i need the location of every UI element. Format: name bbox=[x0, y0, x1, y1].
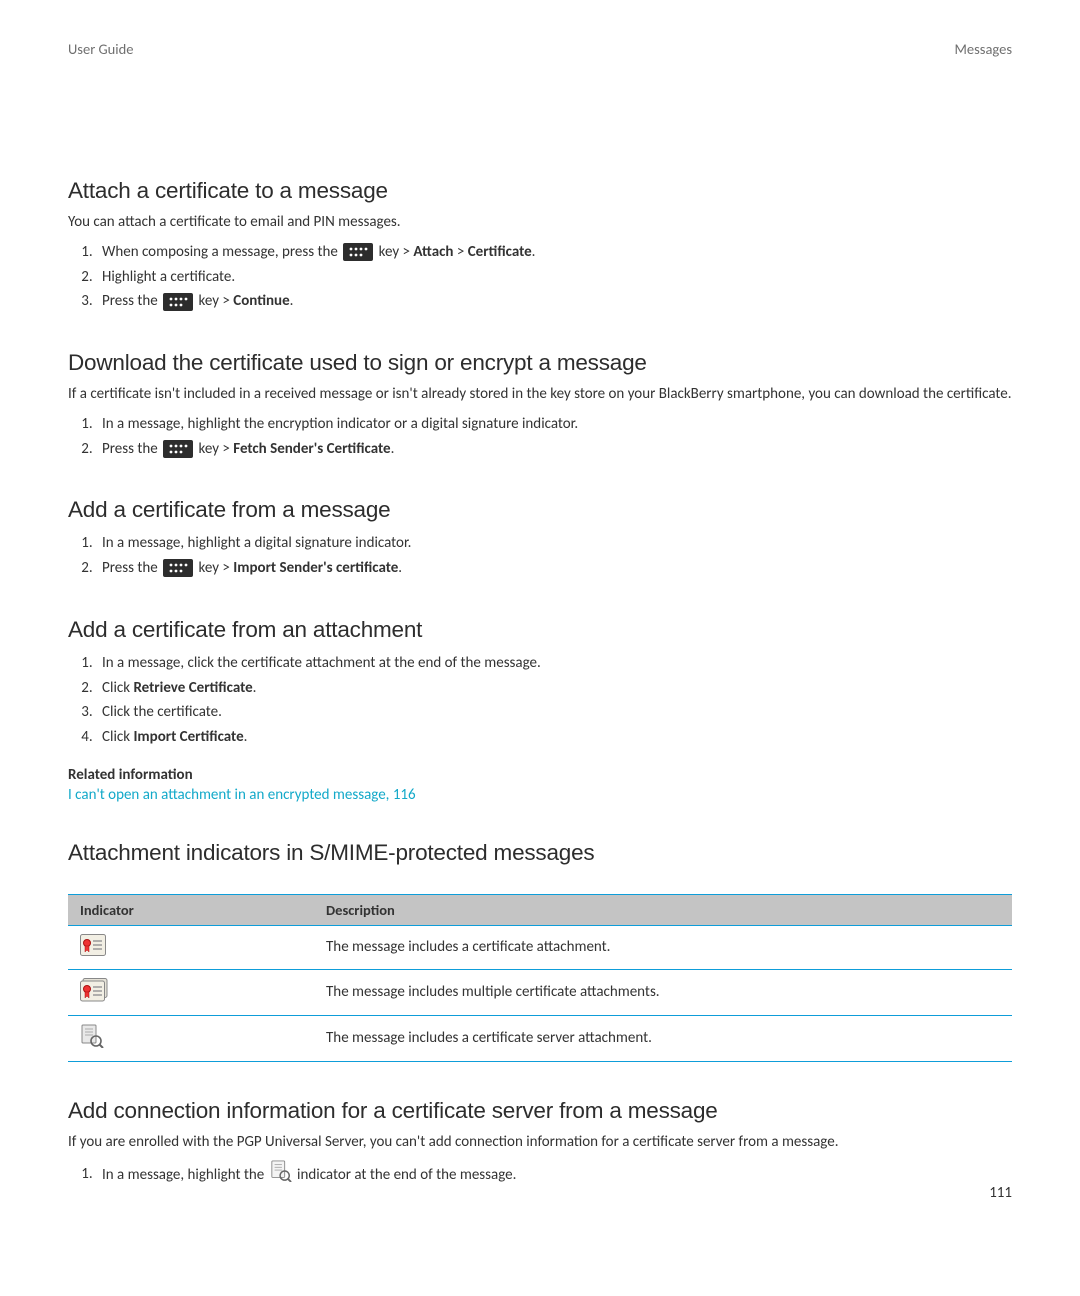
certificate-server-icon bbox=[270, 1160, 292, 1191]
bb-menu-key-icon bbox=[343, 243, 373, 261]
table-row: The message includes multiple certificat… bbox=[68, 969, 1012, 1015]
row2-desc: The message includes multiple certificat… bbox=[314, 969, 1012, 1015]
heading-download-certificate: Download the certificate used to sign or… bbox=[68, 350, 1012, 376]
row1-desc: The message includes a certificate attac… bbox=[314, 925, 1012, 969]
row3-desc: The message includes a certificate serve… bbox=[314, 1015, 1012, 1061]
heading-indicators: Attachment indicators in S/MIME-protecte… bbox=[68, 840, 1012, 866]
certificate-server-icon bbox=[80, 1024, 104, 1053]
page-number: 111 bbox=[989, 1184, 1012, 1202]
s1-step2: Highlight a certificate. bbox=[96, 265, 1012, 290]
certificate-single-icon bbox=[80, 934, 106, 961]
th-indicator: Indicator bbox=[68, 894, 314, 925]
s1-step1: When composing a message, press the key … bbox=[96, 240, 1012, 265]
s4-step2: Click Retrieve Certificate. bbox=[96, 676, 1012, 701]
bb-menu-key-icon bbox=[163, 559, 193, 577]
table-row: The message includes a certificate serve… bbox=[68, 1015, 1012, 1061]
heading-add-from-message: Add a certificate from a message bbox=[68, 497, 1012, 523]
s6-step1: In a message, highlight the indicator at… bbox=[96, 1160, 1012, 1191]
s2-step2: Press the key > Fetch Sender's Certifica… bbox=[96, 437, 1012, 462]
related-heading: Related information bbox=[68, 766, 1012, 784]
s4-step4: Click Import Certificate. bbox=[96, 725, 1012, 750]
certificate-multiple-icon bbox=[80, 978, 108, 1007]
heading-attach-certificate: Attach a certificate to a message bbox=[68, 178, 1012, 204]
s4-step1: In a message, click the certificate atta… bbox=[96, 651, 1012, 676]
table-row: The message includes a certificate attac… bbox=[68, 925, 1012, 969]
s3-step1: In a message, highlight a digital signat… bbox=[96, 531, 1012, 556]
heading-add-connection-info: Add connection information for a certifi… bbox=[68, 1098, 1012, 1124]
heading-add-from-attachment: Add a certificate from an attachment bbox=[68, 617, 1012, 643]
s3-step2: Press the key > Import Sender's certific… bbox=[96, 556, 1012, 581]
s2-step1: In a message, highlight the encryption i… bbox=[96, 412, 1012, 437]
header-right: Messages bbox=[955, 40, 1013, 58]
s4-step3: Click the certificate. bbox=[96, 700, 1012, 725]
bb-menu-key-icon bbox=[163, 440, 193, 458]
intro-download: If a certificate isn't included in a rec… bbox=[68, 384, 1012, 406]
indicator-table: Indicator Description bbox=[68, 894, 1012, 1062]
bb-menu-key-icon bbox=[163, 293, 193, 311]
th-description: Description bbox=[314, 894, 1012, 925]
s1-step3: Press the key > Continue. bbox=[96, 289, 1012, 314]
intro-connection: If you are enrolled with the PGP Univers… bbox=[68, 1132, 1012, 1154]
intro-attach: You can attach a certificate to email an… bbox=[68, 212, 1012, 234]
related-link[interactable]: I can't open an attachment in an encrypt… bbox=[68, 786, 1012, 804]
header-left: User Guide bbox=[68, 40, 133, 58]
